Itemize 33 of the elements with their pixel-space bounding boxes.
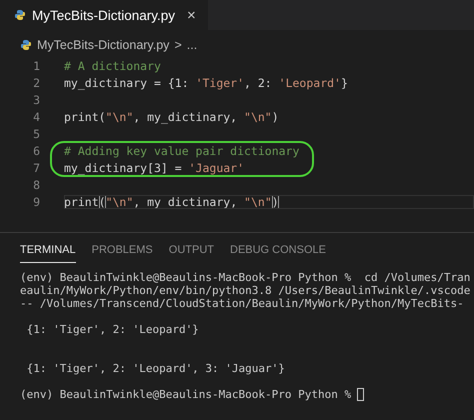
code-line: my_dictinary[3] = 'Jaguar' (64, 160, 244, 174)
line-number: 4 (32, 110, 41, 124)
terminal-line: (env) BeaulinTwinkle@Beaulins-MacBook-Pro Python % cd /Volumes/Tran (20, 271, 472, 284)
line-number: 6 (32, 144, 41, 158)
line-number: 2 (32, 76, 41, 90)
code-line: # Adding key value pair dictionary (64, 144, 300, 158)
line-number: 9 (32, 194, 41, 208)
line-number: 3 (32, 92, 41, 106)
code-line: my_dictinary = {1: 'Tiger', 2: 'Leopard'} (64, 76, 348, 90)
terminal-line: {1: 'Tiger', 2: 'Leopard', 3: 'Jaguar'} (26, 362, 286, 375)
line-number: 5 (32, 126, 41, 140)
line-number: 7 (32, 160, 41, 174)
terminal-cursor (357, 388, 364, 401)
panel-tab[interactable]: OUTPUT (168, 242, 214, 263)
breadcrumb-separator: > (174, 38, 182, 52)
panel-tab[interactable]: TERMINAL (20, 242, 76, 263)
editor-tab[interactable]: MyTecBits-Dictionary.py × (0, 0, 208, 30)
terminal-line: -- /Volumes/Transcend/CloudStation/Beaulin/MyWork/Python/MyTecBits- (20, 297, 465, 310)
line-number: 1 (32, 58, 41, 72)
breadcrumb-file[interactable]: MyTecBits-Dictionary.py (37, 38, 170, 52)
line-number: 8 (32, 178, 41, 192)
terminal-line: {1: 'Tiger', 2: 'Leopard'} (26, 323, 200, 336)
close-icon[interactable]: × (187, 6, 196, 24)
panel-tab[interactable]: PROBLEMS (92, 242, 153, 263)
python-file-icon (14, 9, 26, 21)
code-line: print("\n", my_dictinary, "\n") (64, 194, 474, 208)
terminal-prompt: (env) BeaulinTwinkle@Beaulins-MacBook-Pro Python % (20, 388, 352, 401)
panel-tab[interactable]: DEBUG CONSOLE (230, 242, 326, 263)
code-line: # A dictionary (64, 58, 161, 72)
terminal-line: eaulin/MyWork/Python/env/bin/python3.8 /Users/BeaulinTwinkle/.vscode (20, 284, 472, 297)
python-file-icon (20, 39, 32, 51)
code-line: print("\n", my_dictinary, "\n") (64, 110, 279, 124)
breadcrumb-more[interactable]: ... (186, 38, 198, 52)
